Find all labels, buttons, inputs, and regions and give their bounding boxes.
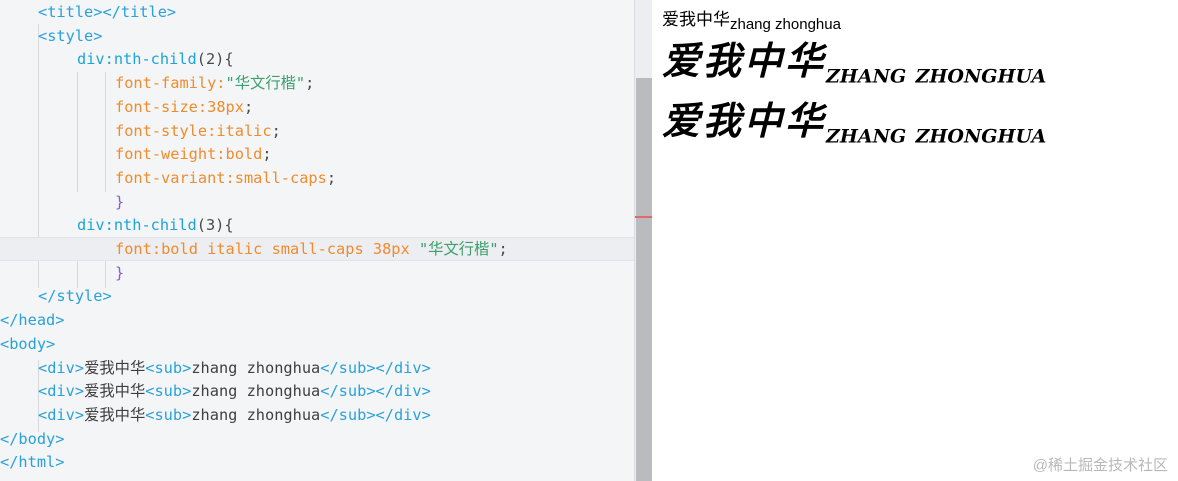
preview-div-3: 爱我中华zhang zhonghua bbox=[662, 96, 1046, 160]
scroll-thumb[interactable] bbox=[636, 78, 652, 481]
code-token: "华文行楷" bbox=[418, 240, 499, 258]
code-token: font-style: bbox=[115, 121, 217, 140]
code-token: ; bbox=[243, 97, 254, 116]
code-token: <div> bbox=[38, 382, 85, 401]
preview-div-2-text: 爱我中华 bbox=[662, 38, 827, 83]
preview-div-3-text: 爱我中华 bbox=[662, 98, 827, 143]
code-line[interactable]: <style> bbox=[0, 24, 634, 48]
code-token: small-caps bbox=[234, 168, 327, 187]
code-token: 爱我中华 bbox=[84, 358, 146, 377]
code-token: bold italic small-caps 38px bbox=[161, 240, 419, 258]
preview-div-3-sub: zhang zhonghua bbox=[826, 118, 1047, 150]
code-line[interactable]: <div>爱我中华<sub>zhang zhonghua</sub></div> bbox=[0, 356, 634, 380]
preview-div-1: 爱我中华zhang zhonghua bbox=[662, 8, 841, 37]
code-line[interactable]: <div>爱我中华<sub>zhang zhonghua</sub></div> bbox=[0, 379, 634, 403]
code-token: 爱我中华 bbox=[84, 382, 146, 401]
code-line[interactable]: } bbox=[0, 261, 634, 285]
code-line[interactable]: <body> bbox=[0, 332, 634, 356]
code-line[interactable]: <title></title> bbox=[0, 0, 634, 24]
code-line[interactable]: </html> bbox=[0, 450, 634, 474]
code-editor[interactable]: <title></title> <style> div:nth-child(2){f… bbox=[0, 0, 634, 481]
code-token: font-weight: bbox=[115, 145, 226, 164]
preview-div-2: 爱我中华zhang zhonghua bbox=[662, 36, 1046, 100]
code-line[interactable]: } bbox=[0, 190, 634, 214]
code-token: (3){ bbox=[196, 216, 234, 235]
code-line[interactable]: font-family:"华文行楷"; bbox=[0, 71, 634, 95]
code-token: </style> bbox=[38, 287, 112, 306]
code-token: zhang zhonghua bbox=[191, 405, 321, 424]
code-token: bold bbox=[225, 145, 263, 164]
code-token: <title></title> bbox=[38, 3, 177, 21]
code-token: 爱我中华 bbox=[84, 405, 146, 424]
code-token: </sub></div> bbox=[320, 405, 431, 424]
watermark: @稀土掘金技术社区 bbox=[1032, 457, 1168, 474]
code-token: </html> bbox=[0, 453, 65, 472]
code-token: (2){ bbox=[196, 50, 234, 69]
code-token: </sub></div> bbox=[320, 382, 431, 401]
code-token: <div> bbox=[38, 405, 85, 424]
code-line[interactable]: </style> bbox=[0, 284, 634, 308]
code-token: <sub> bbox=[145, 382, 192, 401]
browser-preview: 爱我中华zhang zhonghua 爱我中华zhang zhonghua 爱我… bbox=[652, 0, 1178, 481]
code-token: font-variant: bbox=[115, 168, 235, 187]
scroll-position-marker bbox=[635, 216, 652, 218]
code-token: <style> bbox=[38, 26, 103, 45]
code-token: ; bbox=[262, 145, 272, 164]
code-token: italic bbox=[216, 121, 272, 140]
code-token: ; bbox=[326, 168, 337, 187]
code-line[interactable]: </head> bbox=[0, 308, 634, 332]
code-token: </sub></div> bbox=[320, 358, 431, 377]
code-token: "华文行楷" bbox=[225, 74, 306, 93]
code-line[interactable]: font-weight:bold; bbox=[0, 142, 634, 166]
code-token: } bbox=[115, 192, 125, 211]
code-token: zhang zhonghua bbox=[191, 358, 321, 377]
code-token: </head> bbox=[0, 311, 65, 330]
code-token: } bbox=[115, 263, 125, 282]
code-token: font-size: bbox=[115, 97, 208, 116]
code-token: font-family: bbox=[115, 74, 226, 93]
code-token: ; bbox=[498, 240, 508, 258]
code-line[interactable]: </body> bbox=[0, 427, 634, 451]
code-token: ; bbox=[271, 121, 281, 140]
code-token: div:nth-child bbox=[77, 216, 197, 235]
code-token: <div> bbox=[38, 358, 85, 377]
code-token: <sub> bbox=[145, 358, 192, 377]
vertical-scrollbar[interactable] bbox=[634, 0, 652, 481]
code-token: font: bbox=[115, 240, 162, 258]
code-token: <body> bbox=[0, 334, 56, 353]
code-token: 38px bbox=[207, 97, 244, 116]
code-line[interactable]: font-style:italic; bbox=[0, 119, 634, 143]
code-line[interactable]: font-variant:small-caps; bbox=[0, 166, 634, 190]
code-line[interactable]: <div>爱我中华<sub>zhang zhonghua</sub></div> bbox=[0, 403, 634, 427]
code-token: ; bbox=[305, 74, 315, 93]
code-line[interactable]: font:bold italic small-caps 38px "华文行楷"; bbox=[0, 237, 634, 261]
code-line[interactable]: font-size:38px; bbox=[0, 95, 634, 119]
preview-div-2-sub: zhang zhonghua bbox=[826, 58, 1047, 90]
code-line[interactable]: div:nth-child(2){ bbox=[0, 47, 634, 71]
code-token: zhang zhonghua bbox=[191, 382, 321, 401]
preview-div-1-sub: zhang zhonghua bbox=[730, 16, 841, 34]
code-token: div:nth-child bbox=[77, 50, 197, 69]
code-token: </body> bbox=[0, 429, 65, 448]
code-token: <sub> bbox=[145, 405, 192, 424]
code-line[interactable]: div:nth-child(3){ bbox=[0, 213, 634, 237]
preview-div-1-text: 爱我中华 bbox=[662, 10, 730, 29]
